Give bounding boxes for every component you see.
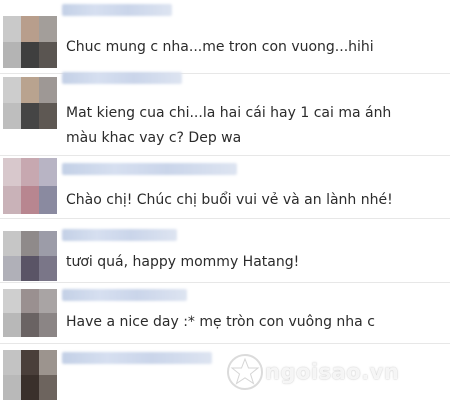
comment-text: Have a nice day :* mẹ tròn con vuông nha… [66,314,375,330]
watermark: ngoisao.vn [225,346,450,400]
comment-item: Chào chị! Chúc chị buổi vui vẻ và an làn… [0,156,450,218]
watermark-text: ngoisao.vn [265,360,400,384]
comment-text: tươi quá, happy mommy Hatang! [66,254,300,270]
comment-item: Have a nice day :* mẹ tròn con vuông nha… [0,283,450,343]
username[interactable] [62,72,182,84]
avatar[interactable] [3,77,57,129]
username[interactable] [62,229,177,241]
username[interactable] [62,352,212,364]
username[interactable] [62,163,237,175]
comment-item: tươi quá, happy mommy Hatang! [0,219,450,282]
username[interactable] [62,4,172,16]
comment-text: Mat kieng cua chi...la hai cái hay 1 cai… [66,105,392,121]
comment-item: Chuc mung c nha...me tron con vuong...hi… [0,0,450,73]
star-logo-icon [227,354,263,390]
avatar[interactable] [3,231,57,281]
comment-text-line2: màu khac vay c? Dep wa [66,130,242,146]
comment-list: Chuc mung c nha...me tron con vuong...hi… [0,0,450,400]
comment-item: Mat kieng cua chi...la hai cái hay 1 cai… [0,72,450,155]
comment-text: Chào chị! Chúc chị buổi vui vẻ và an làn… [66,192,393,208]
avatar[interactable] [3,16,57,68]
avatar[interactable] [3,158,57,214]
comment-text: Chuc mung c nha...me tron con vuong...hi… [66,39,374,55]
avatar[interactable] [3,350,57,400]
username[interactable] [62,289,187,301]
avatar[interactable] [3,289,57,337]
